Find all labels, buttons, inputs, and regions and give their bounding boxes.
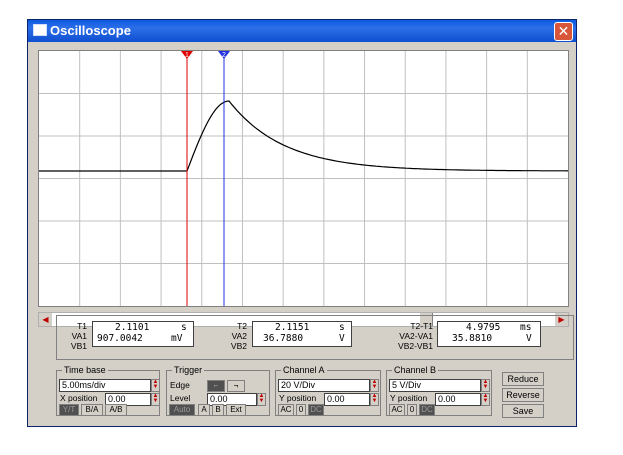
scope-screen[interactable]: 1 2 [39, 51, 568, 306]
scope-display[interactable]: 1 2 [38, 50, 569, 307]
channel-a-ypos-field[interactable]: 0.00 [324, 393, 370, 406]
timebase-field[interactable]: 5.00ms/div [59, 379, 151, 392]
timebase-group: Time base 5.00ms/div ▲ ▼ X position 0.00 … [56, 364, 160, 416]
va2-value: 36.7880 [263, 333, 304, 344]
dvb-label: VB2-VB1 [398, 341, 433, 351]
ab-button[interactable]: A/B [105, 404, 127, 416]
channel-b-title: Channel B [392, 364, 439, 376]
vb1-label: VB1 [70, 341, 87, 351]
vb2-label: VB2 [230, 341, 247, 351]
channel-b-scale-field[interactable]: 5 V/Div [389, 379, 481, 392]
channel-a-ypos-label: Y position [279, 393, 317, 403]
va1-unit: mV [171, 333, 183, 344]
save-button[interactable]: Save [502, 404, 544, 418]
channel-a-ac-button[interactable]: AC [278, 404, 294, 416]
cursor-1-display: 2.1101 s 907.0042 mV [92, 321, 194, 347]
channel-a-scale-field[interactable]: 20 V/Div [278, 379, 370, 392]
channel-b-zero-button[interactable]: 0 [407, 404, 417, 416]
scope-grid [39, 51, 568, 306]
channel-b-ypos-spinner-icon[interactable]: ▲ ▼ [481, 393, 490, 406]
cursor-2-handle[interactable]: 2 [218, 51, 230, 59]
level-spinner-icon[interactable]: ▲ ▼ [257, 393, 266, 406]
yt-button[interactable]: Y/T [59, 404, 79, 416]
channel-a-title: Channel A [281, 364, 327, 376]
difference-display: 4.9795 ms 35.8810 V [437, 321, 541, 347]
cursor-readout-panel: T1 VA1 VB1 2.1101 s 907.0042 mV T2 VA2 V… [56, 315, 574, 360]
xpos-spinner-icon[interactable]: ▲ ▼ [151, 393, 160, 406]
reverse-button[interactable]: Reverse [502, 388, 544, 402]
close-button[interactable]: ✕ [554, 22, 573, 41]
auto-button[interactable]: Auto [169, 404, 195, 416]
xpos-label: X position [60, 393, 98, 403]
title-bar[interactable]: Oscilloscope ✕ [28, 20, 576, 42]
timebase-title: Time base [62, 364, 108, 376]
channel-b-ypos-field[interactable]: 0.00 [435, 393, 481, 406]
channel-b-scale-spinner-icon[interactable]: ▲ ▼ [481, 379, 490, 392]
channel-b-group: Channel B 5 V/Div ▲ ▼ Y position 0.00 ▲ ▼ … [386, 364, 492, 416]
channel-a-scale-spinner-icon[interactable]: ▲ ▼ [370, 379, 379, 392]
timebase-spinner-icon[interactable]: ▲ ▼ [151, 379, 160, 392]
cursor-1-handle[interactable]: 1 [181, 51, 193, 59]
va2-unit: V [339, 333, 345, 344]
dva-value: 35.8810 [452, 333, 493, 344]
channel-a-zero-button[interactable]: 0 [296, 404, 306, 416]
oscilloscope-window: Oscilloscope ✕ 1 2 ◀ ▶ T1 VA1 VB1 2.1101… [27, 19, 577, 427]
ext-button[interactable]: Ext [226, 404, 246, 416]
window-icon [33, 24, 47, 36]
cursor-2-display: 2.1151 s 36.7880 V [252, 321, 352, 347]
channel-b-dc-button[interactable]: DC [419, 404, 435, 416]
ba-button[interactable]: B/A [81, 404, 103, 416]
channel-a-ypos-spinner-icon[interactable]: ▲ ▼ [370, 393, 379, 406]
edge-label: Edge [170, 380, 190, 390]
va1-value: 907.0042 [97, 333, 143, 344]
reduce-button[interactable]: Reduce [502, 372, 544, 386]
trigger-b-button[interactable]: B [212, 404, 224, 416]
cursor-1-label: 1 [185, 52, 189, 59]
trigger-a-button[interactable]: A [198, 404, 210, 416]
channel-b-ypos-label: Y position [390, 393, 428, 403]
channel-a-dc-button[interactable]: DC [308, 404, 324, 416]
trigger-title: Trigger [172, 364, 205, 376]
level-label: Level [170, 393, 191, 403]
rising-edge-icon[interactable]: ⌐ [207, 380, 225, 392]
window-title: Oscilloscope [50, 23, 131, 38]
channel-a-group: Channel A 20 V/Div ▲ ▼ Y position 0.00 ▲ ▼… [275, 364, 381, 416]
channel-b-ac-button[interactable]: AC [389, 404, 405, 416]
dva-unit: V [526, 333, 532, 344]
scroll-left-icon[interactable]: ◀ [39, 313, 52, 326]
cursor-2-label: 2 [222, 52, 226, 59]
falling-edge-icon[interactable]: ¬ [227, 380, 245, 392]
trigger-group: Trigger Edge ⌐ ¬ Level 0.00 ▲ ▼ Auto A B … [166, 364, 270, 416]
